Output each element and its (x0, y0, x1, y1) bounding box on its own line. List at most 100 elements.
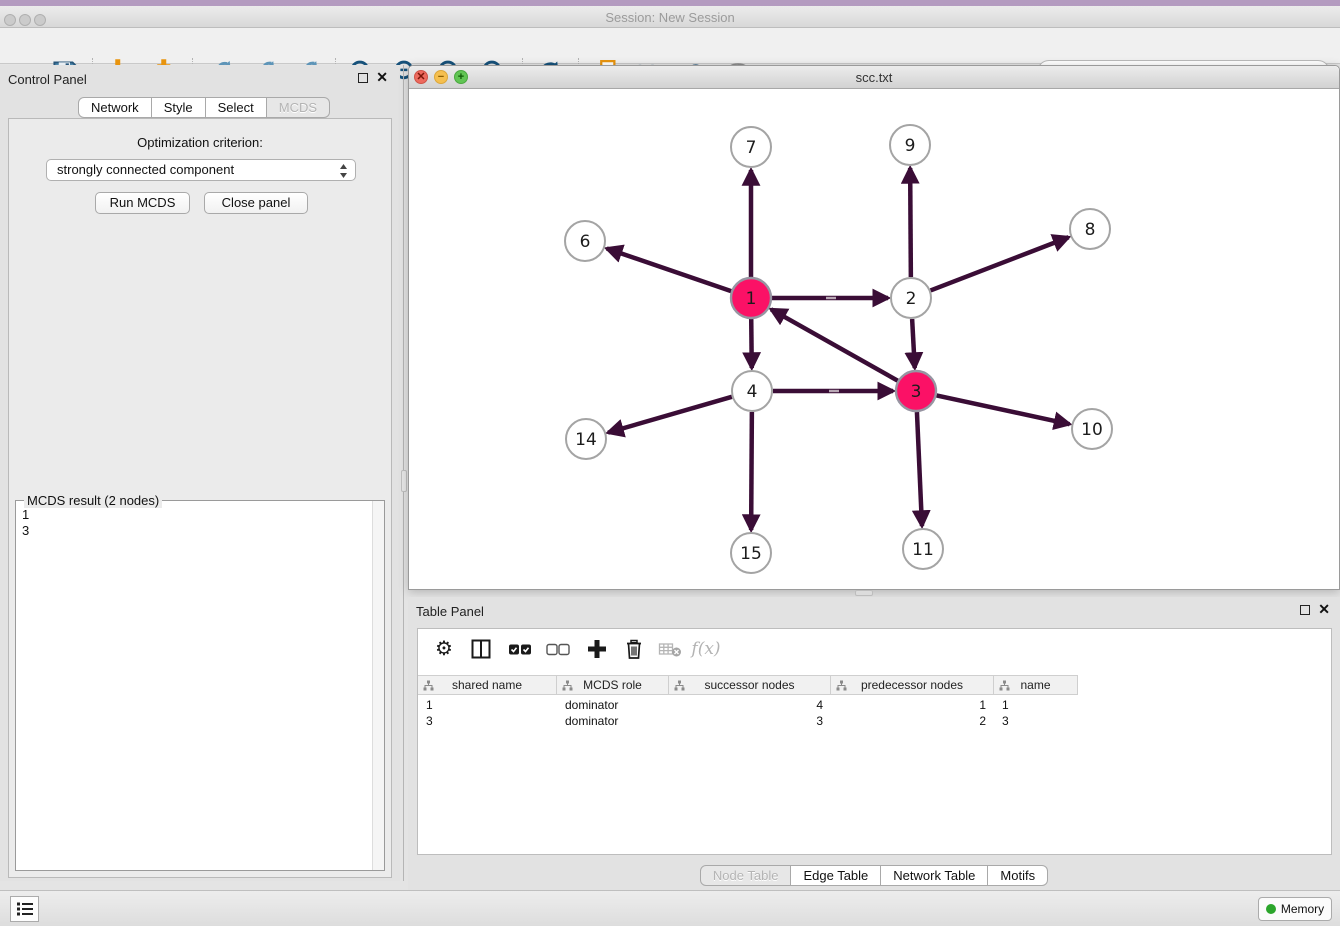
column-label: successor nodes (704, 678, 794, 692)
table-tab-edge-table[interactable]: Edge Table (791, 865, 881, 886)
edge-1-4[interactable] (751, 319, 752, 368)
control-panel-header: Control Panel ✕ (0, 65, 400, 93)
network-view-window: ✕ − + scc.txt 7 9 6 8 1 2 4 3 10 14 15 11 (408, 65, 1340, 590)
graph-node-2[interactable]: 2 (891, 278, 931, 318)
tab-mcds[interactable]: MCDS (267, 97, 330, 118)
select-all-columns-button[interactable] (506, 635, 534, 663)
graph-node-3[interactable]: 3 (896, 371, 936, 411)
panel-splitter[interactable] (401, 65, 407, 881)
tab-style[interactable]: Style (152, 97, 206, 118)
float-table-panel-icon[interactable] (1300, 605, 1310, 615)
graph-node-4[interactable]: 4 (732, 371, 772, 411)
edge-2-8[interactable] (931, 237, 1069, 290)
unselect-all-columns-button[interactable] (544, 635, 572, 663)
plus-icon (586, 638, 608, 660)
close-panel-icon[interactable]: ✕ (376, 69, 388, 85)
graph-node-11[interactable]: 11 (903, 529, 943, 569)
table-cell[interactable]: 1 (994, 697, 1078, 713)
add-column-button[interactable] (583, 635, 611, 663)
node-label: 2 (906, 289, 917, 309)
table-cell[interactable]: 1 (418, 697, 557, 713)
column-header-shared-name[interactable]: shared name (418, 676, 557, 694)
edge-3-11[interactable] (917, 412, 922, 526)
edge-2-9[interactable] (910, 168, 911, 277)
node-label: 10 (1081, 420, 1103, 440)
column-header-MCDS-role[interactable]: MCDS role (557, 676, 669, 694)
criterion-dropdown[interactable]: strongly connected component (46, 159, 356, 181)
edge-3-10[interactable] (937, 395, 1070, 424)
table-header-row: shared nameMCDS role successor nodes prede… (418, 675, 1078, 695)
table-row[interactable]: 1dominator411 (418, 697, 1078, 713)
column-label: name (1020, 678, 1050, 692)
edge-1-6[interactable] (607, 248, 731, 291)
table-cell[interactable]: 4 (669, 697, 831, 713)
table-cell[interactable]: 3 (418, 713, 557, 729)
memory-button[interactable]: Memory (1258, 897, 1332, 921)
delete-columns-button[interactable] (620, 635, 648, 663)
node-label: 1 (746, 289, 757, 309)
result-line: 1 (22, 507, 29, 523)
table-panel-title: Table Panel (416, 604, 484, 619)
delete-table-icon (658, 640, 682, 658)
network-window-titlebar[interactable]: ✕ − + scc.txt (409, 66, 1339, 89)
table-cell[interactable]: dominator (557, 713, 669, 729)
column-header-successor-nodes[interactable]: successor nodes (669, 676, 831, 694)
edge-label-mark (829, 390, 839, 392)
result-scrollbar[interactable] (372, 501, 384, 870)
float-panel-icon[interactable] (358, 73, 368, 83)
graph-node-7[interactable]: 7 (731, 127, 771, 167)
edge-label-mark (826, 297, 836, 299)
edge-3-1[interactable] (771, 309, 898, 380)
mcds-panel: Optimization criterion: strongly connect… (8, 118, 392, 878)
table-settings-button[interactable]: ⚙ (430, 635, 458, 663)
network-graph: 7 9 6 8 1 2 4 3 10 14 15 11 (409, 89, 1339, 589)
column-header-predecessor-nodes[interactable]: predecessor nodes (831, 676, 994, 694)
task-history-button[interactable] (10, 896, 39, 922)
edge-4-14[interactable] (608, 397, 732, 433)
tab-select[interactable]: Select (206, 97, 267, 118)
tab-network[interactable]: Network (78, 97, 152, 118)
run-mcds-button[interactable]: Run MCDS (95, 192, 190, 214)
mcds-result-box[interactable]: MCDS result (2 nodes) 13 (15, 500, 385, 871)
split-view-button[interactable] (467, 635, 495, 663)
main-toolbar (0, 28, 1340, 64)
table-cell[interactable]: 3 (669, 713, 831, 729)
splitter-grip[interactable] (401, 470, 407, 492)
node-label: 11 (912, 540, 934, 560)
split-columns-icon (470, 638, 492, 660)
table-cell[interactable]: dominator (557, 697, 669, 713)
window-resize-grip[interactable] (855, 590, 873, 596)
graph-node-9[interactable]: 9 (890, 125, 930, 165)
function-builder-button[interactable]: f(x) (692, 635, 720, 663)
unchecked-boxes-icon (546, 643, 570, 656)
delete-table-button[interactable] (656, 635, 684, 663)
table-cell[interactable]: 1 (831, 697, 994, 713)
graph-node-8[interactable]: 8 (1070, 209, 1110, 249)
table-cell[interactable]: 2 (831, 713, 994, 729)
table-tab-motifs[interactable]: Motifs (988, 865, 1048, 886)
close-panel-button[interactable]: Close panel (204, 192, 308, 214)
graph-node-14[interactable]: 14 (566, 419, 606, 459)
table-tab-node-table[interactable]: Node Table (700, 865, 792, 886)
edge-4-15[interactable] (751, 412, 752, 530)
control-panel-tabs: NetworkStyleSelectMCDS (78, 97, 330, 118)
table-tab-network-table[interactable]: Network Table (881, 865, 988, 886)
table-panel-header: Table Panel ✕ (408, 597, 1340, 625)
graph-node-15[interactable]: 15 (731, 533, 771, 573)
table-cell[interactable]: 3 (994, 713, 1078, 729)
session-title: Session: New Session (0, 10, 1340, 25)
edge-2-3[interactable] (912, 319, 915, 368)
graph-node-6[interactable]: 6 (565, 221, 605, 261)
network-canvas[interactable]: 7 9 6 8 1 2 4 3 10 14 15 11 (409, 89, 1339, 589)
table-row[interactable]: 3dominator323 (418, 713, 1078, 729)
close-table-panel-icon[interactable]: ✕ (1318, 601, 1330, 617)
table-toolbar: ⚙ (418, 629, 1331, 669)
graph-node-1[interactable]: 1 (731, 278, 771, 318)
graph-node-10[interactable]: 10 (1072, 409, 1112, 449)
mcds-result-text[interactable]: 13 (16, 503, 35, 543)
checked-boxes-icon (508, 643, 532, 656)
main-titlebar[interactable]: Session: New Session (0, 6, 1340, 28)
column-header-name[interactable]: name (994, 676, 1078, 694)
trash-icon (623, 638, 645, 660)
criterion-value: strongly connected component (57, 162, 234, 177)
